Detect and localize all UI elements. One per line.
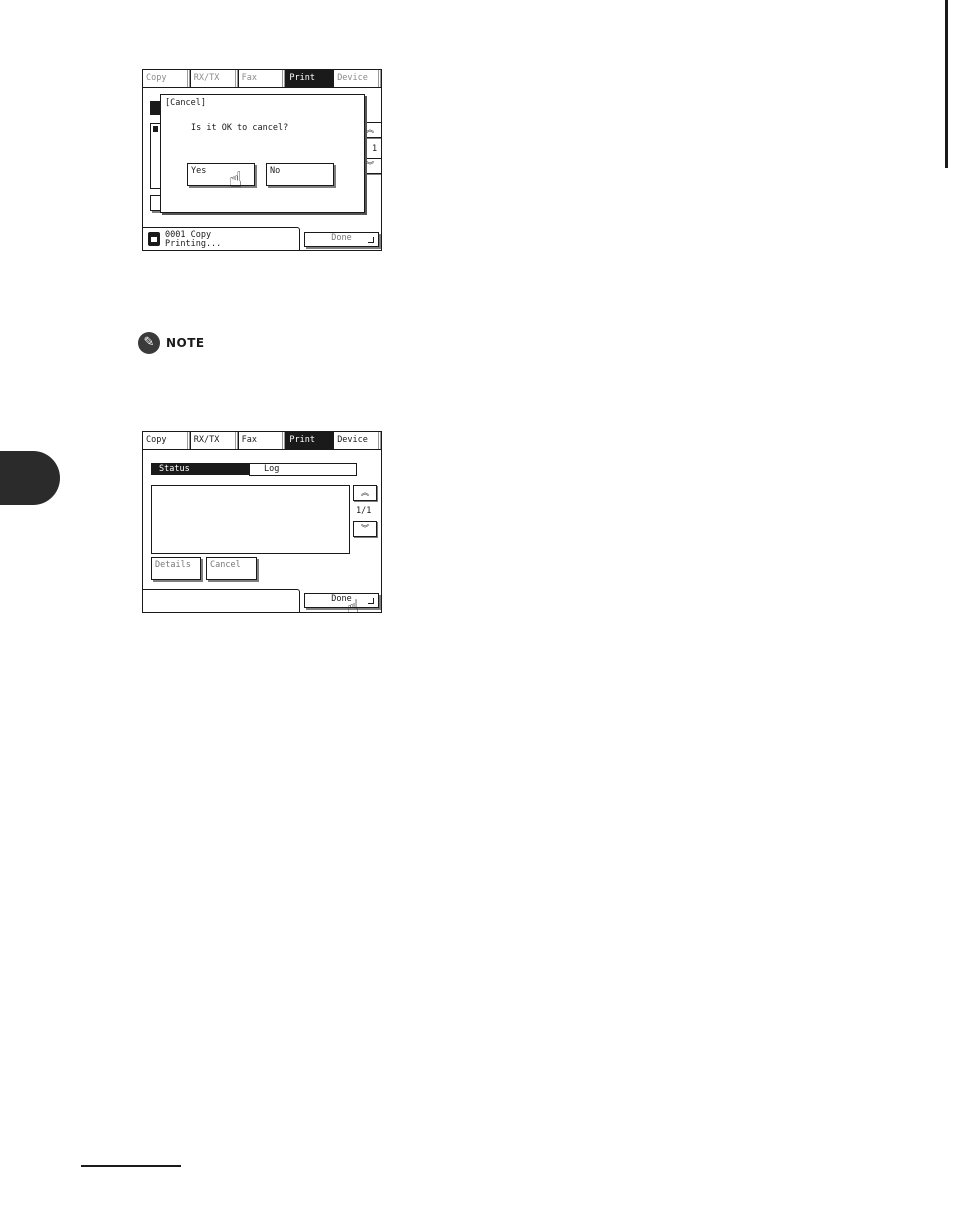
tab-copy[interactable]: Copy (143, 432, 191, 449)
no-button[interactable]: No (266, 163, 334, 186)
note-label: NOTE (166, 336, 205, 350)
job-status-bar: 0001 Copy Printing... (143, 227, 300, 250)
touch-panel-cancel-dialog: Copy RX/TX Fax Print Device ︽ 1 ︾ [Cance… (142, 69, 382, 251)
tab-rx-tx[interactable]: RX/TX (190, 432, 239, 449)
chapter-side-tab (0, 451, 60, 505)
scroll-down-button[interactable]: ︾ (353, 521, 377, 537)
dialog-message: Is it OK to cancel? (191, 123, 289, 133)
done-button[interactable]: Done (304, 232, 379, 247)
cancel-button[interactable]: Cancel (206, 557, 257, 580)
touch-panel-status: Copy RX/TX Fax Print Device Status Log ︽… (142, 431, 382, 613)
status-subtab[interactable]: Status (151, 463, 249, 475)
pencil-note-icon: ✎ (138, 332, 160, 354)
dialog-title: [Cancel] (165, 98, 206, 108)
job-list-fragment-mark (153, 126, 158, 132)
scroll-up-button[interactable]: ︽ (353, 485, 377, 501)
job-status-bar (143, 589, 300, 612)
status-line-2: Printing... (165, 239, 222, 249)
tab-copy[interactable]: Copy (143, 70, 191, 87)
pointing-hand-icon: ☝ (347, 595, 360, 613)
return-corner-icon (368, 237, 374, 243)
tab-device[interactable]: Device (334, 432, 381, 449)
log-subtab[interactable]: Log (249, 463, 357, 476)
tab-fax[interactable]: Fax (238, 70, 287, 87)
tab-fax[interactable]: Fax (238, 432, 287, 449)
mode-tabs: Copy RX/TX Fax Print Device (143, 432, 381, 450)
details-button[interactable]: Details (151, 557, 201, 580)
pointing-hand-icon: ☝ (229, 168, 243, 193)
yes-button[interactable]: Yes (187, 163, 255, 186)
tab-print[interactable]: Print (286, 432, 335, 449)
mode-tabs: Copy RX/TX Fax Print Device (143, 70, 381, 88)
done-button[interactable]: Done (304, 593, 379, 608)
tab-rx-tx[interactable]: RX/TX (190, 70, 239, 87)
tab-device[interactable]: Device (334, 70, 381, 87)
footer-rule (81, 1165, 181, 1167)
done-label: Done (331, 233, 352, 243)
job-list[interactable] (151, 485, 350, 554)
printer-status-icon (148, 232, 160, 246)
page-indicator: 1/1 (356, 506, 372, 516)
tab-print[interactable]: Print (286, 70, 335, 87)
cancel-dialog: [Cancel] Is it OK to cancel? Yes No ☝ (160, 94, 365, 213)
return-corner-icon (368, 598, 374, 604)
page-indicator-fragment: 1 (372, 144, 378, 154)
page-edge-rule (945, 0, 948, 168)
note-heading: ✎ NOTE (138, 332, 205, 354)
